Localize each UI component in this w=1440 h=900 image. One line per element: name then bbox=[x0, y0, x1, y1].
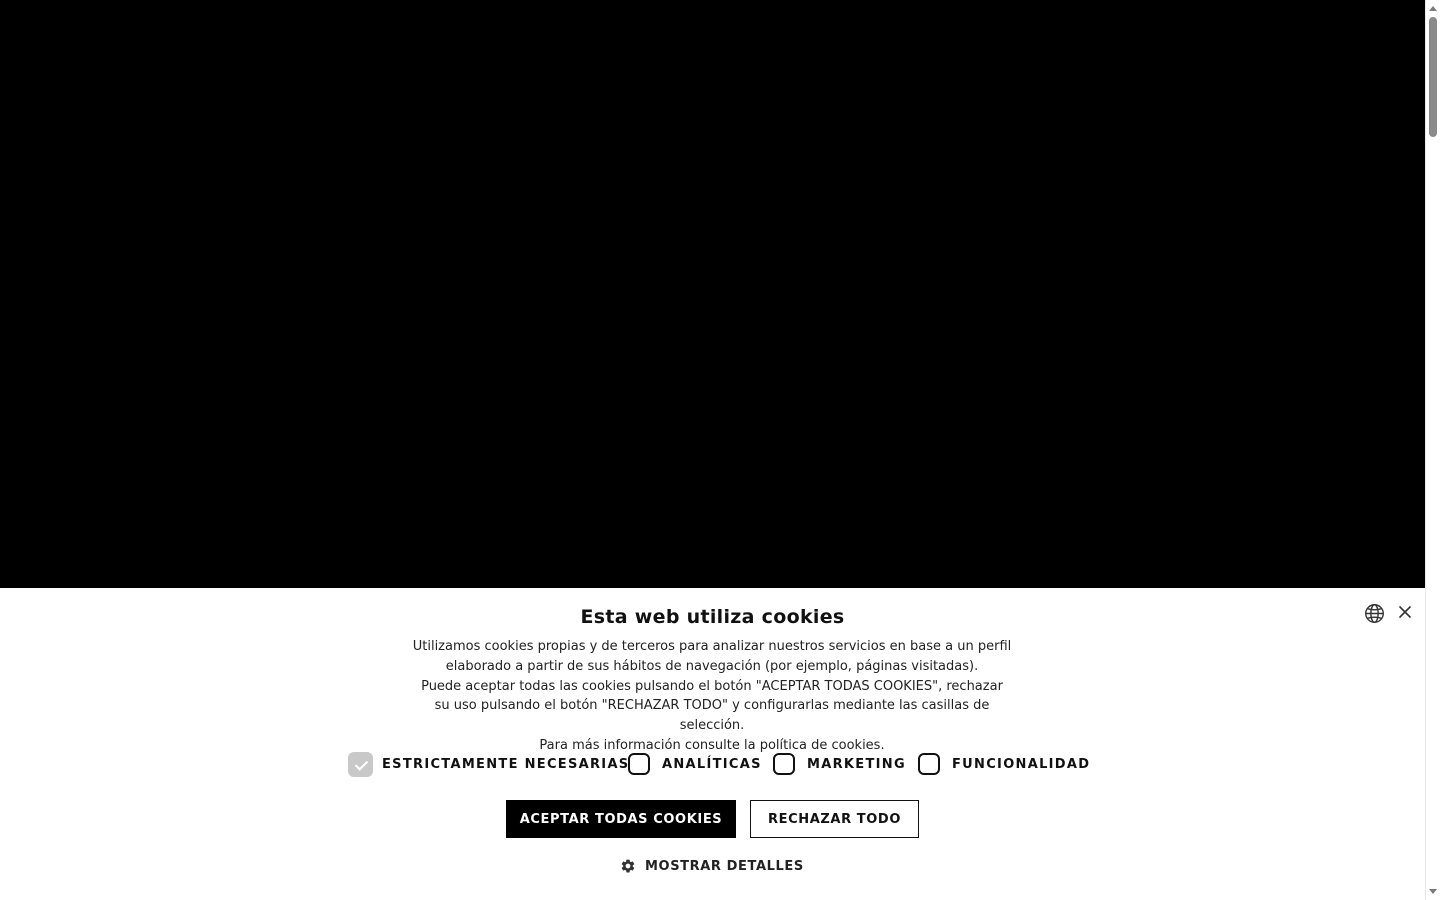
marketing-checkbox[interactable] bbox=[773, 753, 795, 775]
category-label: MARKETING bbox=[807, 756, 906, 772]
category-analytics[interactable]: ANALÍTICAS bbox=[628, 750, 762, 778]
cookie-banner: Esta web utiliza cookies Utilizamos cook… bbox=[0, 588, 1425, 900]
strictly-necessary-checkbox bbox=[348, 751, 373, 777]
scroll-thumb[interactable] bbox=[1429, 17, 1437, 137]
scroll-up-arrow-icon[interactable] bbox=[1429, 6, 1437, 11]
show-details-label: MOSTRAR DETALLES bbox=[645, 858, 804, 874]
close-icon[interactable] bbox=[1397, 604, 1413, 620]
category-label: ANALÍTICAS bbox=[662, 756, 762, 772]
vertical-scrollbar[interactable] bbox=[1425, 0, 1440, 900]
functionality-checkbox[interactable] bbox=[918, 753, 940, 775]
description-paragraph: Utilizamos cookies propias y de terceros… bbox=[412, 639, 1012, 674]
scroll-down-arrow-icon[interactable] bbox=[1429, 889, 1437, 894]
gear-icon bbox=[621, 859, 635, 873]
page: Esta web utiliza cookies Utilizamos cook… bbox=[0, 0, 1440, 900]
description-paragraph: Puede aceptar todas las cookies pulsando… bbox=[421, 678, 1003, 734]
cookie-categories: ESTRICTAMENTE NECESARIAS ANALÍTICAS MARK… bbox=[0, 750, 1425, 778]
category-marketing[interactable]: MARKETING bbox=[773, 750, 906, 778]
category-functionality[interactable]: FUNCIONALIDAD bbox=[918, 750, 1090, 778]
hero-background bbox=[0, 0, 1425, 588]
cookie-banner-title: Esta web utiliza cookies bbox=[580, 606, 845, 628]
show-details-link[interactable]: MOSTRAR DETALLES bbox=[620, 856, 804, 876]
category-label: ESTRICTAMENTE NECESARIAS bbox=[382, 756, 630, 772]
globe-icon[interactable] bbox=[1364, 603, 1385, 624]
reject-all-button[interactable]: RECHAZAR TODO bbox=[750, 800, 919, 838]
category-strictly-necessary: ESTRICTAMENTE NECESARIAS bbox=[348, 750, 629, 778]
analytics-checkbox[interactable] bbox=[628, 753, 650, 775]
cookie-banner-description: Utilizamos cookies propias y de terceros… bbox=[412, 637, 1012, 756]
category-label: FUNCIONALIDAD bbox=[952, 756, 1091, 772]
accept-all-cookies-button[interactable]: ACEPTAR TODAS COOKIES bbox=[506, 800, 736, 838]
